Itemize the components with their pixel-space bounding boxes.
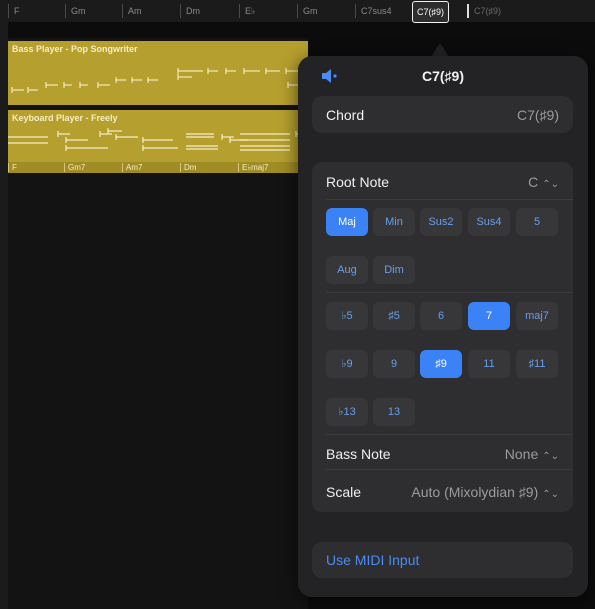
divider [326,469,573,470]
updown-chevron-icon: ⌃⌄ [542,489,559,500]
quality-min-button[interactable]: Min [373,208,415,236]
bass-note-select[interactable]: None ⌃⌄ [505,446,559,462]
scale-label: Scale [326,484,362,500]
ruler-chord[interactable]: F [8,4,20,18]
chord-label: Chord [326,107,365,123]
quality-aug-button[interactable]: Aug [326,256,368,284]
ext-6-button[interactable]: 6 [420,302,462,330]
ruler-chord[interactable]: E♭ [239,4,255,18]
quality-sus2-button[interactable]: Sus2 [420,208,462,236]
ruler-chord[interactable]: Dm [180,4,200,18]
quality-5-button[interactable]: 5 [516,208,558,236]
ext-11-button[interactable]: 11 [468,350,510,378]
keyboard-region[interactable]: Keyboard Player - Freely F Gm7 Am7 Dm E♭… [8,110,308,173]
ext-9-button[interactable]: 9 [373,350,415,378]
use-midi-input-button[interactable]: Use MIDI Input [312,542,573,578]
divider [326,434,573,435]
quality-sus4-button[interactable]: Sus4 [468,208,510,236]
scale-value: Auto (Mixolydian ♯9) [411,484,539,500]
ext-maj7-button[interactable]: maj7 [516,302,558,330]
ruler-chord[interactable]: Gm [297,4,318,18]
root-note-label: Root Note [326,174,390,190]
region-chord-strip: F Gm7 Am7 Dm E♭maj7 [8,162,308,173]
scale-select[interactable]: Auto (Mixolydian ♯9) ⌃⌄ [411,484,559,500]
region-chord: F [8,163,17,172]
updown-chevron-icon: ⌃⌄ [542,179,559,190]
chord-value: C7(♯9) [516,107,559,123]
ext-flat9-button[interactable]: ♭9 [326,350,368,378]
region-chord: E♭maj7 [238,163,268,172]
updown-chevron-icon: ⌃⌄ [542,451,559,462]
popover-title: C7(♯9) [421,68,464,84]
ext-sharp5-button[interactable]: ♯5 [373,302,415,330]
chord-row[interactable]: Chord C7(♯9) [312,96,573,133]
quality-maj-button[interactable]: Maj [326,208,368,236]
divider [326,292,573,293]
region-chord: Dm [180,163,196,172]
ext-7-button[interactable]: 7 [468,302,510,330]
bass-region[interactable]: Bass Player - Pop Songwriter [8,41,308,105]
bass-note-label: Bass Note [326,446,391,462]
ext-flat5-button[interactable]: ♭5 [326,302,368,330]
keyboard-notes [8,128,308,151]
popover-arrow [431,43,449,57]
bass-note-value: None [504,446,539,462]
quality-dim-button[interactable]: Dim [373,256,415,284]
ext-sharp11-button[interactable]: ♯11 [516,350,558,378]
ruler-chord[interactable]: C7(♯9) [467,4,501,18]
ext-13-button[interactable]: 13 [373,398,415,426]
ruler-chord[interactable]: Gm [65,4,86,18]
midi-input-label: Use MIDI Input [326,552,420,568]
region-chord: Gm7 [64,163,85,172]
track-gutter [0,22,8,609]
chord-ruler: F Gm Am Dm E♭ Gm C7sus4 C7(♯9) C7(♯9) [0,0,595,23]
root-note-select[interactable]: C ⌃⌄ [528,174,559,190]
region-chord: Am7 [122,163,142,172]
ext-sharp9-button[interactable]: ♯9 [420,350,462,378]
ruler-chord[interactable]: C7sus4 [355,4,392,18]
root-note-value: C [528,174,539,190]
chord-popover: C7(♯9) Chord C7(♯9) Root Note C ⌃⌄ Maj Mi… [298,56,588,597]
bass-notes [11,68,304,93]
ruler-chord-selected[interactable]: C7(♯9) [412,1,450,23]
ruler-chord[interactable]: Am [122,4,142,18]
tracks-area: Bass Player - Pop Songwriter Keyboard Pl… [8,38,308,609]
divider [326,199,573,200]
ext-flat13-button[interactable]: ♭13 [326,398,368,426]
chord-editor-card: Root Note C ⌃⌄ Maj Min Sus2 Sus4 5 Aug Di… [312,162,573,512]
